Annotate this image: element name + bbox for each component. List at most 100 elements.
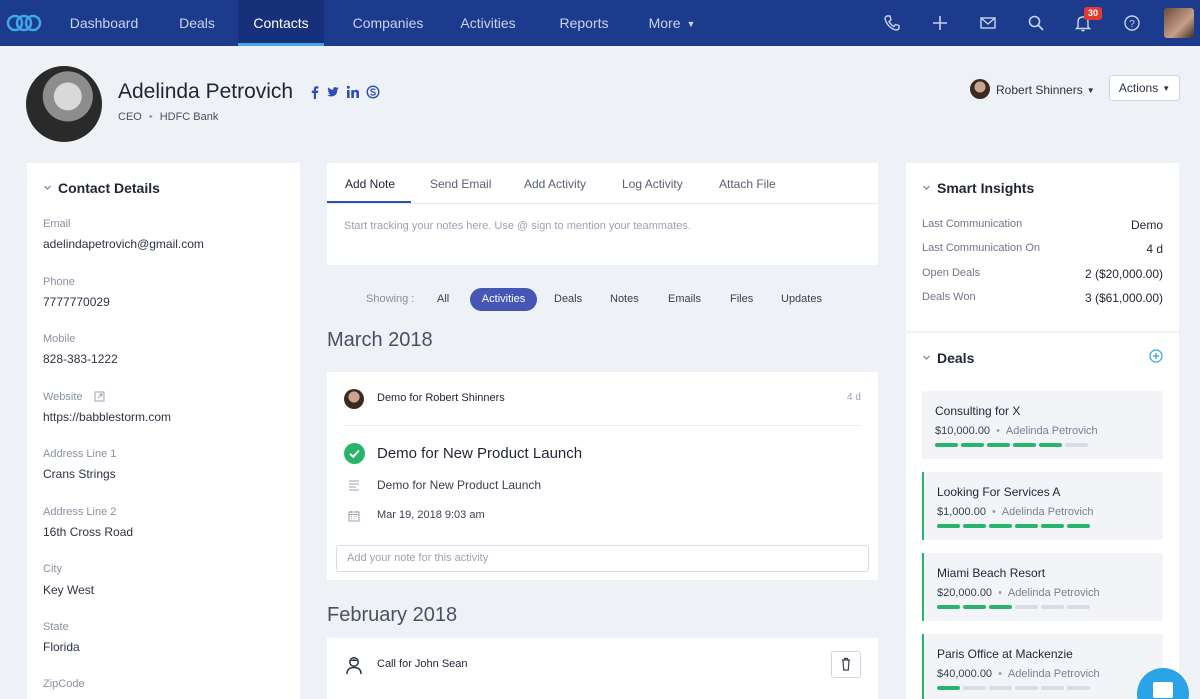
description-icon [349, 480, 359, 491]
tab-add-note[interactable]: Add Note [345, 177, 395, 191]
search-icon[interactable] [1026, 13, 1046, 33]
website-label: Website [43, 391, 83, 403]
deal-stage-segment [963, 605, 986, 609]
deal-stage-bar [937, 686, 1097, 690]
tab-send-email[interactable]: Send Email [430, 177, 491, 191]
external-link-icon[interactable] [94, 391, 105, 402]
phone-icon[interactable] [882, 13, 902, 33]
filter-activities[interactable]: Activities [470, 288, 537, 311]
deal-stage-segment [987, 443, 1010, 447]
tab-add-activity[interactable]: Add Activity [524, 177, 586, 191]
address-line-1-value: Crans Strings [43, 467, 116, 481]
insight-value: 4 d [1146, 242, 1163, 256]
contact-photo [26, 66, 102, 142]
deals-heading: Deals [937, 350, 975, 366]
deal-card[interactable]: Consulting for X $10,000.00 • Adelinda Pet… [922, 391, 1163, 459]
chevron-down-icon[interactable] [922, 353, 931, 362]
filter-notes[interactable]: Notes [610, 293, 639, 305]
phone-value[interactable]: 7777770029 [43, 295, 110, 309]
top-nav: Dashboard Deals Contacts Companies Activ… [0, 0, 1200, 46]
app-logo-icon[interactable] [6, 11, 42, 35]
address-line-2-value: 16th Cross Road [43, 525, 134, 539]
month-heading: February 2018 [327, 604, 458, 626]
tab-attach-file[interactable]: Attach File [719, 177, 776, 191]
filter-deals[interactable]: Deals [554, 293, 582, 305]
deals-panel: Deals Consulting for X $10,000.00 • Adelin… [906, 333, 1179, 699]
month-heading: March 2018 [327, 329, 433, 351]
email-value[interactable]: adelindapetrovich@gmail.com [43, 237, 204, 251]
actions-button[interactable]: Actions ▼ [1109, 75, 1180, 101]
contact-subtitle: CEO • HDFC Bank [118, 111, 219, 123]
deal-stage-segment [937, 686, 960, 690]
nav-more[interactable]: More ▼ [636, 0, 708, 46]
deal-stage-segment [1067, 524, 1090, 528]
check-icon[interactable] [344, 443, 365, 464]
linkedin-icon[interactable] [346, 85, 360, 99]
owner-avatar [970, 79, 990, 99]
activity-card: Call for John Sean [327, 638, 878, 699]
activity-datetime: Mar 19, 2018 9:03 am [377, 509, 485, 521]
contact-name: Adelinda Petrovich [118, 80, 294, 103]
nav-deals[interactable]: Deals [160, 0, 234, 46]
nav-contacts[interactable]: Contacts [238, 0, 324, 46]
deal-stage-segment [1041, 686, 1064, 690]
skype-icon[interactable] [366, 85, 380, 99]
facebook-icon[interactable] [308, 85, 322, 99]
activity-card: Demo for Robert Shinners 4 d Demo for Ne… [327, 372, 878, 580]
deal-stage-segment [963, 524, 986, 528]
nav-dashboard[interactable]: Dashboard [55, 0, 153, 46]
activity-note-input[interactable]: Add your note for this activity [336, 545, 869, 572]
deal-stage-segment [1015, 605, 1038, 609]
nav-activities[interactable]: Activities [444, 0, 532, 46]
deal-card[interactable]: Paris Office at Mackenzie $40,000.00 • Ade… [922, 634, 1163, 699]
filter-updates[interactable]: Updates [781, 293, 822, 305]
contact-title: CEO [118, 111, 142, 123]
mobile-value[interactable]: 828-383-1222 [43, 352, 118, 366]
filter-emails[interactable]: Emails [668, 293, 701, 305]
insight-value: 2 ($20,000.00) [1084, 267, 1163, 281]
note-input[interactable]: Start tracking your notes here. Use @ si… [344, 220, 691, 232]
nav-companies[interactable]: Companies [340, 0, 436, 46]
chevron-down-icon[interactable] [43, 183, 52, 192]
deal-name: Consulting for X [935, 404, 1021, 418]
deal-card[interactable]: Looking For Services A $1,000.00 • Adelind… [922, 472, 1163, 540]
add-deal-icon[interactable] [1149, 349, 1163, 363]
activity-description: Demo for New Product Launch [377, 478, 542, 492]
tab-log-activity[interactable]: Log Activity [622, 177, 683, 191]
deal-stage-segment [1041, 605, 1064, 609]
insight-label: Open Deals [922, 267, 981, 279]
activity-title[interactable]: Demo for New Product Launch [377, 445, 582, 462]
delete-button[interactable] [831, 651, 861, 678]
deal-stage-segment [1067, 686, 1090, 690]
filter-files[interactable]: Files [730, 293, 753, 305]
deal-stage-segment [1065, 443, 1088, 447]
plus-icon[interactable] [930, 13, 950, 33]
user-avatar[interactable] [1164, 8, 1194, 38]
deal-stage-segment [935, 443, 958, 447]
chat-button[interactable] [1137, 668, 1189, 699]
filter-label: Showing : [366, 293, 415, 305]
help-icon[interactable]: ? [1122, 13, 1142, 33]
insight-value: Demo [1130, 218, 1163, 232]
caret-down-icon: ▼ [1162, 84, 1171, 93]
filter-all[interactable]: All [437, 293, 449, 305]
calendar-icon [348, 510, 360, 522]
city-label: City [43, 563, 62, 575]
person-icon [346, 657, 362, 675]
nav-reports[interactable]: Reports [544, 0, 624, 46]
mail-icon[interactable] [978, 13, 998, 33]
mobile-label: Mobile [43, 333, 76, 345]
deal-stage-bar [937, 605, 1097, 609]
state-value: Florida [43, 640, 80, 654]
chevron-down-icon[interactable] [922, 183, 931, 192]
website-value[interactable]: https://babblestorm.com [43, 410, 171, 424]
deal-stage-segment [1015, 686, 1038, 690]
contact-company[interactable]: HDFC Bank [160, 111, 219, 123]
address-line-2-label: Address Line 2 [43, 506, 117, 518]
state-label: State [43, 621, 69, 633]
deal-card[interactable]: Miami Beach Resort $20,000.00 • Adelinda P… [922, 553, 1163, 621]
deal-meta: $10,000.00 • Adelinda Petrovich [935, 425, 1098, 437]
deal-name: Looking For Services A [937, 485, 1061, 499]
twitter-icon[interactable] [326, 85, 340, 99]
deal-stage-segment [937, 524, 960, 528]
